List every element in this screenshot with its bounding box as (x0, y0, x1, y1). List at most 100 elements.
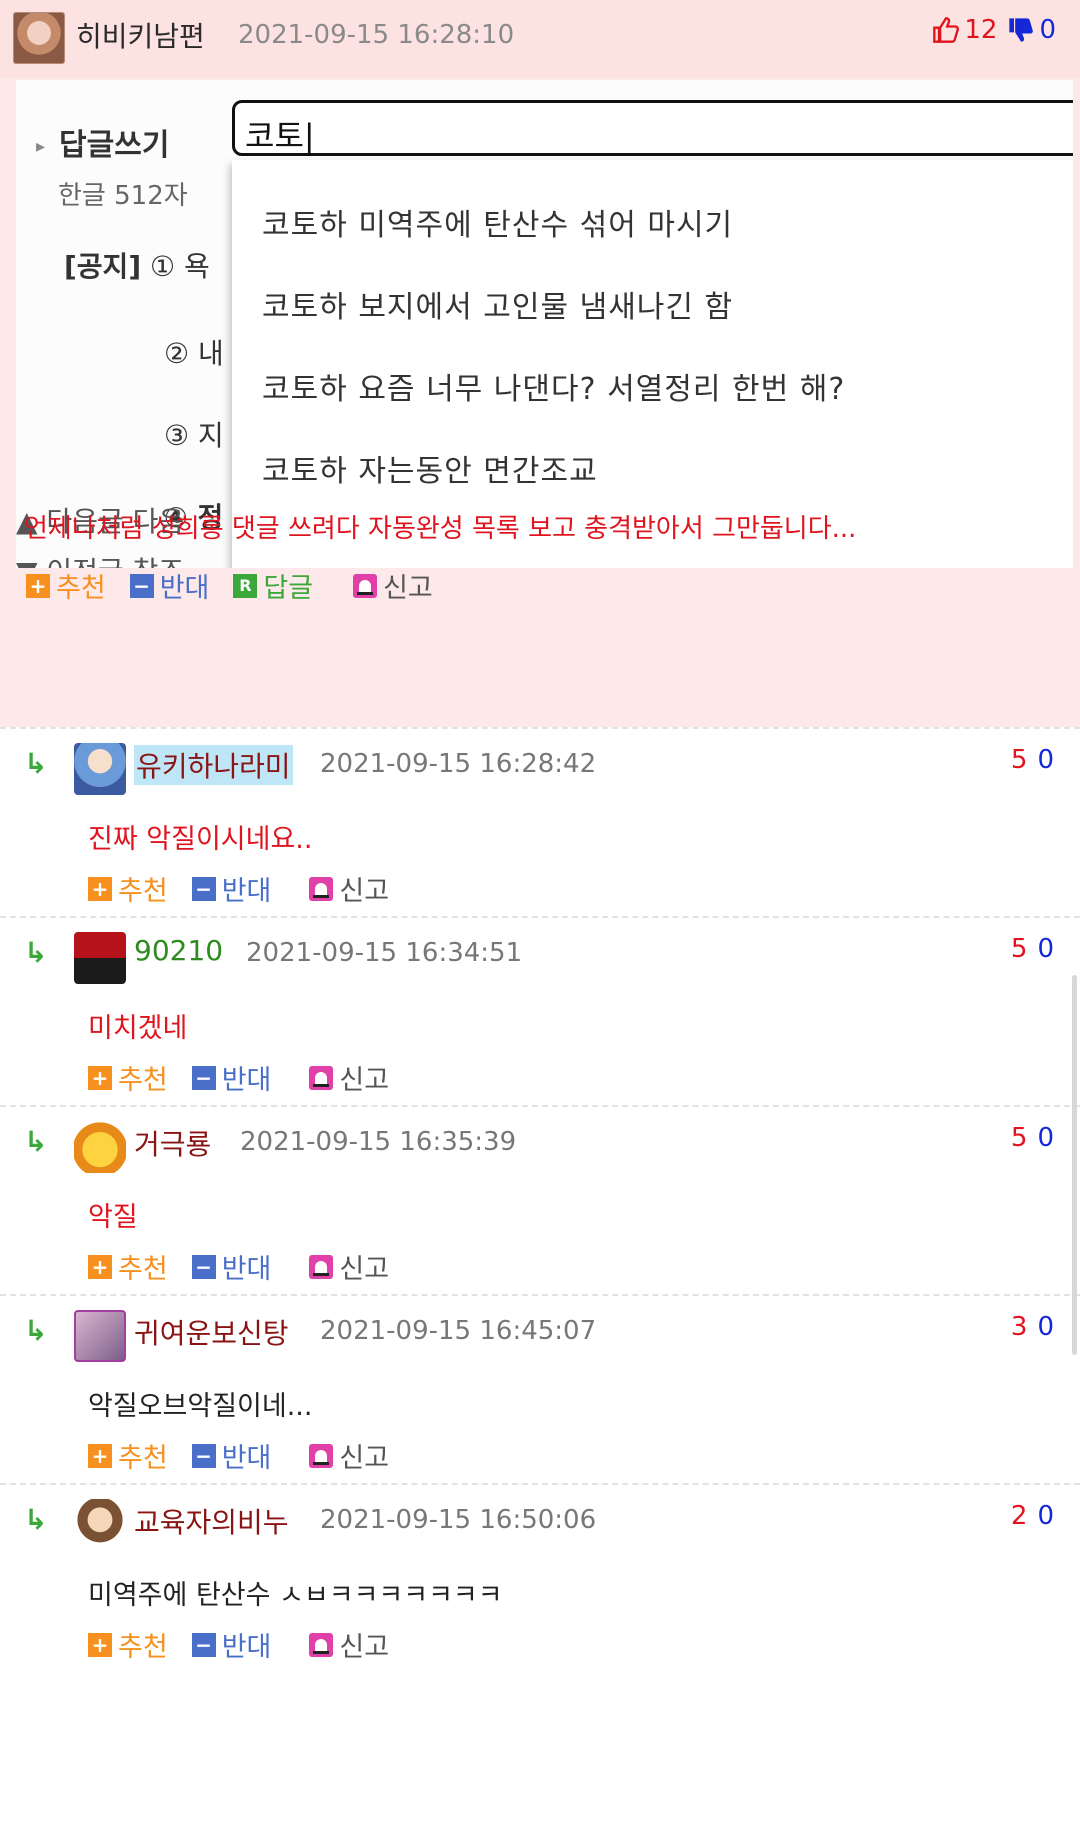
comment-date: 2021-09-15 16:35:39 (240, 1127, 517, 1157)
screenshot-autocomplete-list: 코토하 미역주에 탄산수 섞어 마시기 코토하 보지에서 고인물 냄새나긴 함 … (232, 160, 1073, 568)
comment-votes: 50 (1011, 745, 1054, 775)
comment-downvotes: 0 (1037, 1501, 1054, 1531)
reply-arrow-icon: ↳ (24, 1125, 48, 1158)
comment-date: 2021-09-15 16:34:51 (246, 938, 523, 968)
autocomplete-item: 코토하 요즘 너무 나댄다? 서열정리 한번 해? (262, 372, 846, 407)
report-button[interactable]: 신고 (309, 1625, 389, 1664)
comment-actions: + 추천 − 반대 신고 (88, 1625, 413, 1664)
screenshot-reply-label: ▸ 답글쓰기 (36, 128, 170, 163)
screenshot-notice-line: ② 내 (164, 337, 224, 370)
recommend-button[interactable]: + 추천 (88, 1436, 168, 1475)
reply-button[interactable]: R 답글 (233, 566, 313, 605)
post-actions: + 추천 − 반대 R 답글 신고 (26, 566, 457, 605)
comment-date: 2021-09-15 16:50:06 (320, 1505, 597, 1535)
comment-votes: 20 (1011, 1501, 1054, 1531)
comment-text: 악질 (88, 1202, 138, 1233)
minus-icon: − (129, 573, 154, 598)
reply-arrow-icon: ↳ (24, 747, 48, 780)
author-avatar[interactable] (13, 12, 65, 64)
oppose-button[interactable]: − 반대 (191, 869, 271, 908)
comment-author[interactable]: 유키하나라미 (134, 745, 293, 785)
post-date: 2021-09-15 16:28:10 (238, 20, 515, 50)
oppose-button[interactable]: − 반대 (191, 1625, 271, 1664)
oppose-button[interactable]: − 반대 (129, 566, 209, 605)
comment-text: 악질오브악질이네... (88, 1391, 313, 1422)
scrollbar[interactable] (1072, 975, 1077, 1355)
siren-icon (309, 1443, 334, 1468)
author-nickname[interactable]: 히비키남편 (76, 15, 205, 55)
comment-upvotes: 5 (1010, 1123, 1028, 1153)
recommend-button[interactable]: + 추천 (88, 1625, 168, 1664)
minus-icon: − (191, 1254, 216, 1279)
siren-icon (309, 1065, 334, 1090)
comment-votes: 50 (1011, 934, 1054, 964)
siren-icon (309, 1254, 334, 1279)
comment-author[interactable]: 귀여운보신탕 (134, 1312, 289, 1352)
comment-downvotes: 0 (1037, 1123, 1054, 1153)
post-body: 언제나처럼 성희롱 댓글 쓰려다 자동완성 목록 보고 충격받아서 그만둡니다.… (24, 514, 857, 544)
comment-actions: + 추천 − 반대 신고 (88, 1436, 413, 1475)
caret-right-icon: ▸ (36, 136, 46, 157)
comment-author[interactable]: 90210 (134, 934, 223, 967)
downvote-count: 0 (1039, 15, 1056, 45)
siren-icon (309, 876, 334, 901)
comment-date: 2021-09-15 16:45:07 (320, 1316, 597, 1346)
comment-avatar[interactable] (74, 743, 126, 795)
attached-screenshot: ▸ 답글쓰기 한글 512자 [공지] ① 욕 ② 내 ③ 지 ④ 정 ▲ 다음글… (16, 80, 1074, 568)
oppose-button[interactable]: − 반대 (191, 1436, 271, 1475)
plus-icon: + (88, 1443, 112, 1468)
screenshot-notice: [공지] ① 욕 (64, 250, 210, 283)
comment-item: ↳ 유키하나라미 2021-09-15 16:28:42 50 진짜 악질이시네… (0, 727, 1080, 916)
comment-downvotes: 0 (1037, 1312, 1054, 1342)
minus-icon: − (191, 1443, 216, 1468)
report-button[interactable]: 신고 (353, 566, 433, 605)
report-button[interactable]: 신고 (309, 1058, 389, 1097)
post-header: 히비키남편 2021-09-15 16:28:10 12 0 (0, 0, 1080, 78)
reply-arrow-icon: ↳ (24, 1503, 48, 1536)
recommend-button[interactable]: + 추천 (26, 566, 106, 605)
post-votes: 12 0 (932, 15, 1056, 45)
report-button[interactable]: 신고 (309, 869, 389, 908)
comment-votes: 50 (1011, 1123, 1054, 1153)
autocomplete-item: 코토하 자는동안 면간조교 (262, 454, 598, 489)
minus-icon: − (191, 876, 216, 901)
comment-author[interactable]: 거극룡 (134, 1123, 211, 1163)
reply-badge-icon: R (233, 573, 258, 598)
recommend-button[interactable]: + 추천 (88, 1058, 168, 1097)
comment-actions: + 추천 − 반대 신고 (88, 1058, 413, 1097)
comment-text: 진짜 악질이시네요.. (88, 824, 313, 855)
comment-author[interactable]: 교육자의비누 (134, 1501, 289, 1541)
screenshot-notice-line: ③ 지 (164, 419, 224, 452)
comment-votes: 30 (1011, 1312, 1054, 1342)
recommend-button[interactable]: + 추천 (88, 869, 168, 908)
comment-item: ↳ 90210 2021-09-15 16:34:51 50 미치겠네 + 추천… (0, 916, 1080, 1105)
thumbs-down-icon[interactable] (1007, 16, 1035, 44)
comment-upvotes: 2 (1010, 1501, 1028, 1531)
comment-avatar[interactable] (74, 1310, 126, 1362)
comment-avatar[interactable] (74, 1499, 126, 1551)
report-button[interactable]: 신고 (309, 1436, 389, 1475)
comment-item: ↳ 거극룡 2021-09-15 16:35:39 50 악질 + 추천 − 반… (0, 1105, 1080, 1294)
comment-item: ↳ 귀여운보신탕 2021-09-15 16:45:07 30 악질오브악질이네… (0, 1294, 1080, 1483)
recommend-button[interactable]: + 추천 (88, 1247, 168, 1286)
minus-icon: − (191, 1632, 216, 1657)
comment-avatar[interactable] (74, 932, 126, 984)
siren-icon (309, 1632, 334, 1657)
plus-icon: + (88, 1632, 112, 1657)
upvote-count: 12 (964, 15, 998, 45)
autocomplete-item: 코토하 보지에서 고인물 냄새나긴 함 (262, 290, 734, 325)
plus-icon: + (26, 573, 50, 598)
comment-upvotes: 5 (1010, 745, 1028, 775)
screenshot-reply-input: 코토| (232, 100, 1073, 156)
oppose-button[interactable]: − 반대 (191, 1058, 271, 1097)
oppose-button[interactable]: − 반대 (191, 1247, 271, 1286)
thumbs-up-icon[interactable] (932, 16, 960, 44)
comment-text: 미역주에 탄산수 ㅅㅂㅋㅋㅋㅋㅋㅋㅋ (88, 1580, 503, 1611)
siren-icon (353, 573, 378, 598)
plus-icon: + (88, 876, 112, 901)
comment-avatar[interactable] (74, 1121, 126, 1173)
comment-actions: + 추천 − 반대 신고 (88, 869, 413, 908)
report-button[interactable]: 신고 (309, 1247, 389, 1286)
comment-upvotes: 5 (1010, 934, 1028, 964)
comment-date: 2021-09-15 16:28:42 (320, 749, 597, 779)
